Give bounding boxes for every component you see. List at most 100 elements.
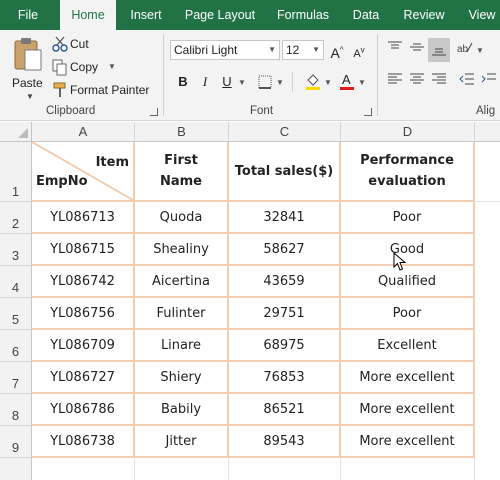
cell-empno[interactable]: YL086709: [32, 330, 135, 362]
worksheet[interactable]: A B C D 1 2 3 4 5 6 7 8 9 Item EmpNo Fir…: [0, 122, 500, 480]
column-header-e[interactable]: [475, 122, 500, 142]
fill-color-button[interactable]: [304, 72, 322, 92]
cut-button[interactable]: Cut: [52, 35, 112, 53]
cell-performance[interactable]: Poor: [341, 202, 475, 234]
cell-total-sales[interactable]: 76853: [229, 362, 341, 394]
row-header-8[interactable]: 8: [0, 394, 32, 426]
cell-performance[interactable]: More excellent: [341, 362, 475, 394]
header-performance[interactable]: Performance evaluation: [341, 142, 475, 202]
cell-empno[interactable]: YL086756: [32, 298, 135, 330]
empty-cell[interactable]: [135, 458, 229, 480]
chevron-down-icon[interactable]: ▼: [476, 46, 484, 55]
chevron-down-icon[interactable]: ▼: [324, 78, 332, 87]
copy-button[interactable]: Copy ▼: [52, 58, 122, 76]
cell-total-sales[interactable]: 68975: [229, 330, 341, 362]
font-name-select[interactable]: Calibri Light ▼: [170, 40, 280, 60]
row-header-6[interactable]: 6: [0, 330, 32, 362]
cell-empno[interactable]: YL086786: [32, 394, 135, 426]
header-total-sales[interactable]: Total sales($): [229, 142, 341, 202]
cell-empno[interactable]: YL086713: [32, 202, 135, 234]
tab-review[interactable]: Review: [398, 0, 450, 30]
cell-first-name[interactable]: Fulinter: [135, 298, 229, 330]
cell-performance[interactable]: Poor: [341, 298, 475, 330]
cell-empno[interactable]: YL086715: [32, 234, 135, 266]
increase-font-size-button[interactable]: A^: [328, 40, 346, 61]
row-header-7[interactable]: 7: [0, 362, 32, 394]
row-header-2[interactable]: 2: [0, 202, 32, 234]
chevron-down-icon: ▼: [108, 62, 116, 71]
format-painter-button[interactable]: Format Painter: [52, 81, 152, 99]
increase-indent-button[interactable]: [480, 72, 498, 92]
row-header-3[interactable]: 3: [0, 234, 32, 266]
decrease-font-size-button[interactable]: Av: [350, 40, 368, 60]
cell-performance[interactable]: More excellent: [341, 394, 475, 426]
row-header-1[interactable]: 1: [0, 142, 32, 202]
cell-performance[interactable]: Qualified: [341, 266, 475, 298]
align-right-button[interactable]: [430, 72, 448, 92]
bottom-align-button[interactable]: [428, 38, 450, 62]
bold-button[interactable]: B: [174, 72, 192, 92]
font-color-button[interactable]: A: [338, 72, 356, 92]
cell-total-sales[interactable]: 43659: [229, 266, 341, 298]
cell-empno[interactable]: YL086742: [32, 266, 135, 298]
row-header-10[interactable]: [0, 458, 32, 480]
font-size-select[interactable]: 12 ▼: [282, 40, 324, 60]
align-left-button[interactable]: [386, 72, 404, 92]
tab-page-layout[interactable]: Page Layout: [180, 0, 260, 30]
clipboard-dialog-launcher-icon[interactable]: [150, 108, 158, 116]
cell-total-sales[interactable]: 89543: [229, 426, 341, 458]
row-header-5[interactable]: 5: [0, 298, 32, 330]
column-header-d[interactable]: D: [341, 122, 475, 142]
cell-first-name[interactable]: Shiery: [135, 362, 229, 394]
cell-first-name[interactable]: Jitter: [135, 426, 229, 458]
tab-view[interactable]: View: [462, 0, 500, 30]
orientation-button[interactable]: ab: [456, 40, 474, 60]
header-first-name[interactable]: First Name: [135, 142, 229, 202]
select-all-button[interactable]: [0, 122, 32, 142]
borders-button[interactable]: [256, 72, 274, 92]
cell-empno[interactable]: YL086738: [32, 426, 135, 458]
cell-performance[interactable]: Good: [341, 234, 475, 266]
chevron-down-icon[interactable]: ▼: [238, 78, 246, 87]
empty-cell[interactable]: [341, 458, 475, 480]
cell-first-name[interactable]: Shealiny: [135, 234, 229, 266]
tab-file[interactable]: File: [8, 0, 48, 30]
empty-cell[interactable]: [475, 142, 500, 202]
column-header-b[interactable]: B: [135, 122, 229, 142]
cell-first-name[interactable]: Babily: [135, 394, 229, 426]
row-number: 3: [11, 248, 20, 263]
cell-first-name[interactable]: Linare: [135, 330, 229, 362]
cell-first-name[interactable]: Aicertina: [135, 266, 229, 298]
tab-home[interactable]: Home: [60, 0, 116, 30]
empty-cell[interactable]: [229, 458, 341, 480]
cell-total-sales[interactable]: 86521: [229, 394, 341, 426]
font-group-label: Font: [250, 105, 274, 117]
cell-total-sales[interactable]: 58627: [229, 234, 341, 266]
cell-performance[interactable]: More excellent: [341, 426, 475, 458]
cell-total-sales[interactable]: 29751: [229, 298, 341, 330]
tab-insert[interactable]: Insert: [124, 0, 168, 30]
row-header-9[interactable]: 9: [0, 426, 32, 458]
cell-total-sales[interactable]: 32841: [229, 202, 341, 234]
tab-data[interactable]: Data: [346, 0, 386, 30]
tab-formulas[interactable]: Formulas: [272, 0, 334, 30]
decrease-indent-button[interactable]: [458, 72, 476, 92]
cell-performance[interactable]: Excellent: [341, 330, 475, 362]
align-center-button[interactable]: [408, 72, 426, 92]
column-header-a[interactable]: A: [32, 122, 135, 142]
chevron-down-icon[interactable]: ▼: [358, 78, 366, 87]
font-dialog-launcher-icon[interactable]: [364, 108, 372, 116]
paste-button[interactable]: Paste ▼: [8, 34, 48, 101]
italic-button[interactable]: I: [196, 72, 214, 92]
empty-cell[interactable]: [32, 458, 135, 480]
top-align-button[interactable]: [386, 40, 404, 60]
row-header-4[interactable]: 4: [0, 266, 32, 298]
cell-empno[interactable]: YL086727: [32, 362, 135, 394]
cell-first-name[interactable]: Quoda: [135, 202, 229, 234]
row-number: 5: [11, 312, 20, 327]
chevron-down-icon[interactable]: ▼: [276, 78, 284, 87]
column-header-c[interactable]: C: [229, 122, 341, 142]
underline-button[interactable]: U: [218, 72, 236, 92]
diagonal-header-cell[interactable]: Item EmpNo: [32, 142, 135, 202]
middle-align-button[interactable]: [408, 40, 426, 60]
